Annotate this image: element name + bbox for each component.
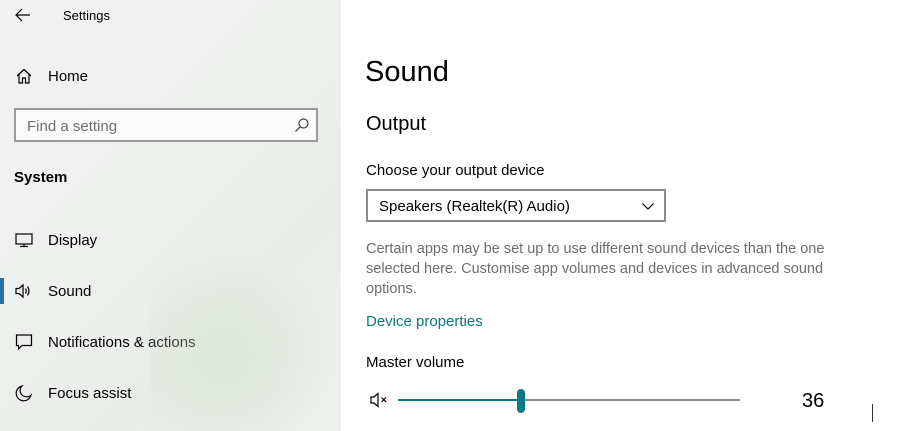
sidebar-item-label: Home <box>48 67 89 85</box>
scrollbar-indicator[interactable] <box>872 404 873 422</box>
back-arrow-icon <box>15 8 30 22</box>
sidebar-item-focus-assist[interactable]: Focus assist <box>0 373 341 413</box>
output-device-label: Choose your output device <box>366 162 545 179</box>
sidebar-item-display[interactable]: Display <box>0 220 341 260</box>
master-volume-label: Master volume <box>366 354 465 371</box>
slider-fill <box>398 399 522 401</box>
sidebar-item-label: Focus assist <box>48 384 132 402</box>
search-icon[interactable] <box>294 117 310 133</box>
output-device-value: Speakers (Realtek(R) Audio) <box>379 198 570 215</box>
moon-icon <box>14 383 34 403</box>
sidebar-item-label: Sound <box>48 282 92 300</box>
settings-window: Settings Home System <box>0 0 898 431</box>
slider-thumb[interactable] <box>517 389 526 413</box>
sidebar-item-notifications[interactable]: Notifications & actions <box>0 322 341 362</box>
section-header-system: System <box>14 169 68 186</box>
speaker-icon <box>14 281 34 301</box>
master-volume-value: 36 <box>802 390 825 412</box>
output-section-title: Output <box>366 113 427 135</box>
sidebar: Settings Home System <box>0 0 341 431</box>
output-help-text: Certain apps may be set up to use differ… <box>366 241 825 297</box>
master-volume-row: 36 <box>366 385 886 415</box>
home-icon <box>14 66 34 86</box>
page-title: Sound <box>365 56 449 88</box>
sidebar-item-sound[interactable]: Sound <box>0 271 341 311</box>
search-input[interactable] <box>16 110 299 142</box>
back-button[interactable] <box>8 2 38 28</box>
sidebar-item-label: Notifications & actions <box>48 333 196 351</box>
notifications-icon <box>14 332 34 352</box>
window-title: Settings <box>63 8 110 23</box>
device-properties-link[interactable]: Device properties <box>366 313 483 330</box>
speaker-muted-icon[interactable] <box>369 389 391 411</box>
sidebar-item-home[interactable]: Home <box>0 58 341 94</box>
selection-indicator <box>0 278 4 304</box>
search-box <box>14 108 318 142</box>
sidebar-item-label: Display <box>48 231 98 249</box>
main-content: Sound Output Choose your output device S… <box>341 0 898 431</box>
display-icon <box>14 230 34 250</box>
title-bar: Settings <box>0 0 341 32</box>
master-volume-slider[interactable] <box>398 389 740 413</box>
chevron-down-icon <box>642 203 654 210</box>
output-device-dropdown[interactable]: Speakers (Realtek(R) Audio) <box>366 189 666 222</box>
